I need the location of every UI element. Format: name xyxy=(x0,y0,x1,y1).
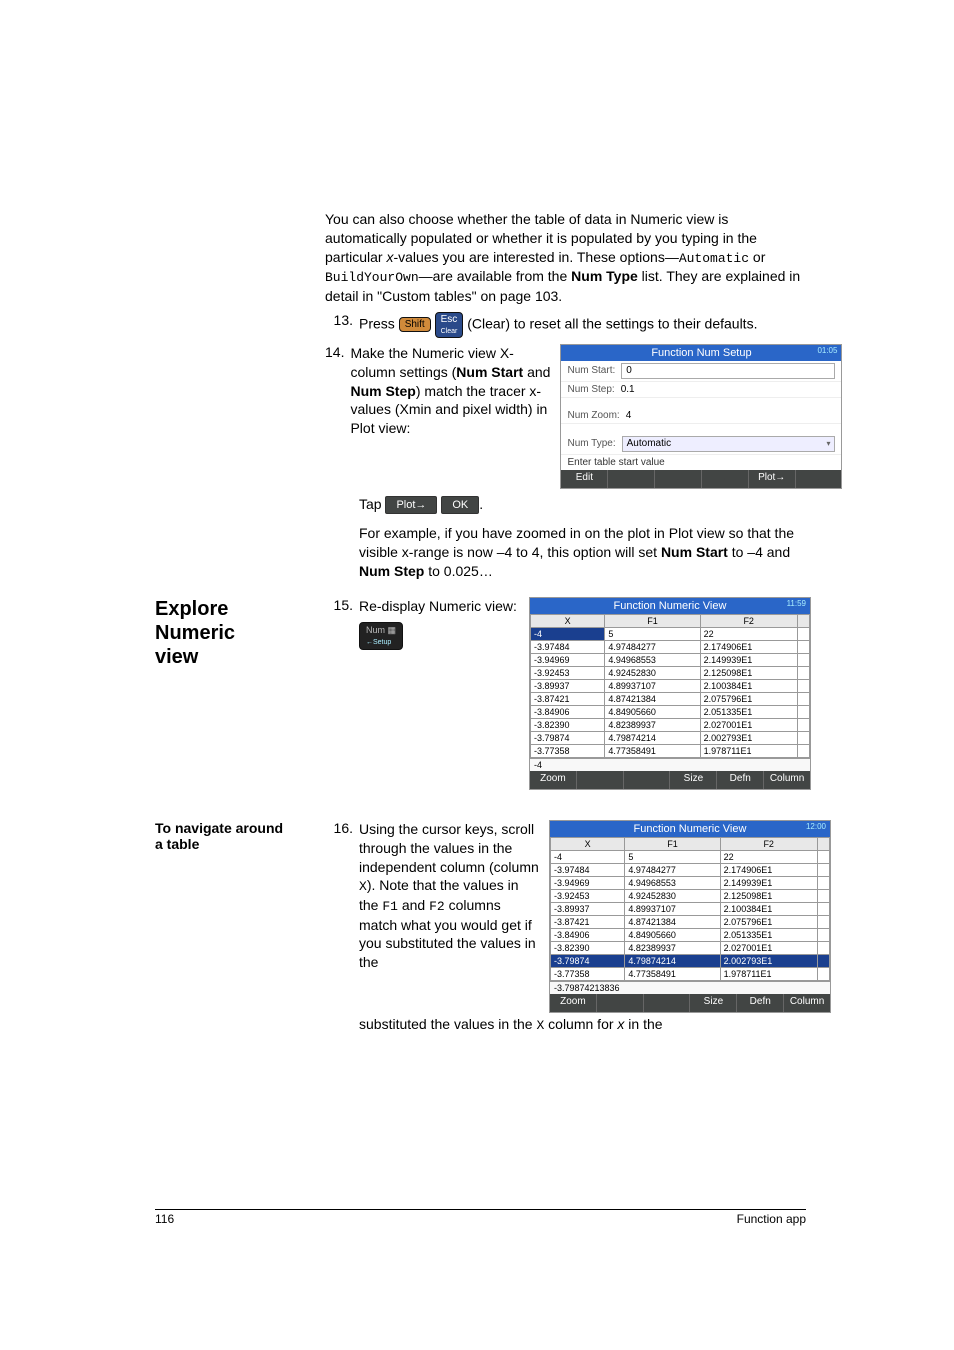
shift-key-icon: Shift xyxy=(399,317,431,332)
step-number: 16. xyxy=(325,820,353,836)
num-type-dropdown: Automatic xyxy=(622,436,836,452)
step-14: 14. Make the Numeric view X-column setti… xyxy=(325,344,806,489)
table-row: -3.949694.949685532.149939E1 xyxy=(551,876,830,889)
softkey-zoom: Zoom xyxy=(550,994,597,1012)
softkey-defn: Defn xyxy=(717,771,764,789)
numeric-table-1: X F1 F2 -4522-3.974844.974842772.174906E… xyxy=(530,614,810,758)
table-row: -3.874214.874213842.075796E1 xyxy=(531,692,810,705)
step-16: 16. Using the cursor keys, scroll throug… xyxy=(325,820,831,1041)
table-row: -3.924534.924528302.125098E1 xyxy=(551,889,830,902)
softkey-size: Size xyxy=(670,771,717,789)
page-number: 116 xyxy=(155,1212,174,1226)
table-row: -3.924534.924528302.125098E1 xyxy=(531,666,810,679)
table-row: -3.798744.798742142.002793E1 xyxy=(551,954,830,967)
table-row: -3.949694.949685532.149939E1 xyxy=(531,653,810,666)
numeric-view-screenshot-1: Function Numeric View11:59 X F1 F2 xyxy=(529,597,811,790)
table-row: -3.849064.849056602.051335E1 xyxy=(551,928,830,941)
step-number: 14. xyxy=(325,344,344,360)
esc-clear-key-icon: EscClear xyxy=(435,312,464,338)
softkey-defn: Defn xyxy=(737,994,784,1012)
num-setup-key-icon: Num ▦ ←Setup xyxy=(359,622,403,650)
softkey-zoom: Zoom xyxy=(530,771,577,789)
numeric-table-2: X F1 F2 -4522-3.974844.974842772.174906E… xyxy=(550,837,830,981)
softkey-plot: Plot→ xyxy=(749,470,796,488)
table-row: -3.823904.823899372.027001E1 xyxy=(531,718,810,731)
table-row: -3.849064.849056602.051335E1 xyxy=(531,705,810,718)
side-heading-explore: Explore Numeric view xyxy=(155,597,325,669)
table-row: -3.798744.798742142.002793E1 xyxy=(531,731,810,744)
table-row: -3.899374.899371072.100384E1 xyxy=(531,679,810,692)
table-row: -3.874214.874213842.075796E1 xyxy=(551,915,830,928)
softkey-column: Column xyxy=(764,771,810,789)
table-row: -3.823904.823899372.027001E1 xyxy=(551,941,830,954)
page-footer: 116 Function app xyxy=(155,1209,806,1226)
footer-title: Function app xyxy=(737,1212,806,1226)
table-row: -3.773584.773584911.978711E1 xyxy=(531,744,810,757)
table-row: -4522 xyxy=(551,850,830,863)
side-heading-navigate: To navigate around a table xyxy=(155,820,325,852)
step-number: 13. xyxy=(325,312,353,328)
step-13: 13. Press Shift EscClear (Clear) to rese… xyxy=(325,312,806,338)
numeric-view-screenshot-2: Function Numeric View12:00 X F1 F2 xyxy=(549,820,831,1013)
intro-para: You can also choose whether the table of… xyxy=(325,210,806,306)
step-15: 15. Re-display Numeric view: Num ▦ ←Setu… xyxy=(325,597,811,790)
table-row: -4522 xyxy=(531,627,810,640)
ok-softbutton: OK xyxy=(441,496,479,514)
plot-softbutton: Plot→ xyxy=(385,496,437,514)
table-row: -3.773584.773584911.978711E1 xyxy=(551,967,830,980)
step-14-example: For example, if you have zoomed in on th… xyxy=(359,524,806,581)
step-number: 15. xyxy=(325,597,353,613)
softkey-edit: Edit xyxy=(561,470,608,488)
table-row: -3.974844.974842772.174906E1 xyxy=(551,863,830,876)
softkey-column: Column xyxy=(784,994,830,1012)
function-num-setup-screenshot: Function Num Setup01:05 Num Start: 0 Num… xyxy=(560,344,842,489)
softkey-size: Size xyxy=(690,994,737,1012)
table-row: -3.899374.899371072.100384E1 xyxy=(551,902,830,915)
num-start-field: 0 xyxy=(621,363,835,379)
table-row: -3.974844.974842772.174906E1 xyxy=(531,640,810,653)
